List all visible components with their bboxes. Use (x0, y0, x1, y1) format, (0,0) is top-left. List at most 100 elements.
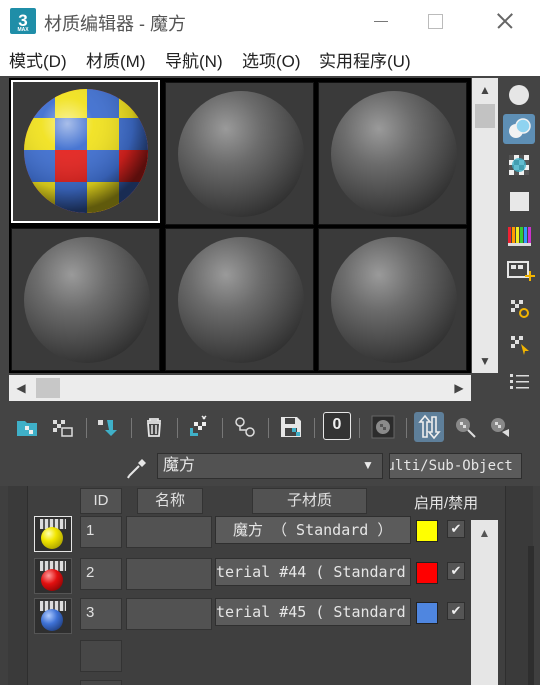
slots-vertical-scrollbar[interactable]: ▲ ▼ (472, 78, 498, 373)
sub-material-id-field[interactable]: 3 (80, 598, 122, 630)
toolbar-separator (359, 418, 360, 438)
header-sub-material-button[interactable]: 子材质 (252, 488, 367, 514)
maximize-button[interactable] (420, 8, 450, 34)
make-preview-icon[interactable] (503, 257, 535, 287)
sub-material-name-field[interactable] (126, 598, 212, 630)
sphere-preview (178, 91, 304, 217)
save-material-icon[interactable] (276, 412, 306, 442)
sphere-preview (178, 237, 304, 363)
scroll-up-icon[interactable]: ▲ (472, 78, 498, 102)
assign-to-selection-icon[interactable] (93, 412, 123, 442)
enable-checkbox[interactable]: ✔ (447, 520, 465, 538)
scroll-thumb[interactable] (475, 104, 495, 128)
sub-material-thumbnail[interactable] (34, 558, 72, 594)
show-end-result-icon[interactable] (414, 412, 444, 442)
sub-material-row: 3 terial #45 ( Standard ✔ (0, 598, 540, 634)
material-id-channel-icon[interactable]: 0 (323, 412, 351, 440)
minimize-button[interactable] (366, 8, 396, 34)
reset-map-icon[interactable] (139, 412, 169, 442)
sub-material-thumbnail[interactable] (34, 598, 72, 634)
color-swatch[interactable] (416, 520, 438, 542)
eyedropper-icon[interactable] (124, 454, 150, 480)
toolbar-separator (177, 418, 178, 438)
sample-slot-6[interactable] (318, 228, 467, 371)
empty-id-field[interactable] (80, 680, 122, 685)
checker-sphere-preview (23, 88, 149, 214)
chevron-down-icon[interactable]: ▼ (362, 453, 374, 477)
yellow-ball-icon (41, 527, 63, 549)
material-name-row: 魔方 ▼ Multi/Sub-Object (0, 450, 540, 484)
window-title: 材质编辑器 - 魔方 (44, 14, 186, 34)
sub-material-name-field[interactable] (126, 558, 212, 590)
go-to-parent-icon[interactable] (450, 412, 480, 442)
backlight-icon[interactable] (503, 114, 535, 144)
put-to-scene-icon[interactable] (48, 412, 78, 442)
material-type-button[interactable]: Multi/Sub-Object (389, 453, 522, 479)
close-button[interactable] (490, 8, 520, 34)
background-checker-icon[interactable] (503, 150, 535, 180)
sub-material-id-field[interactable]: 1 (80, 516, 122, 548)
material-toolbar: 0 (0, 410, 540, 446)
menu-options[interactable]: 选项(O) (242, 47, 301, 72)
scroll-up-icon[interactable]: ▲ (471, 520, 498, 546)
select-by-material-icon[interactable] (503, 366, 535, 396)
sub-material-button[interactable]: terial #45 ( Standard (215, 598, 411, 626)
go-forward-to-sibling-icon[interactable] (485, 412, 515, 442)
color-swatch[interactable] (416, 562, 438, 584)
make-unique-icon[interactable] (184, 412, 214, 442)
blue-ball-icon (41, 609, 63, 631)
scroll-right-icon[interactable]: ▶ (447, 375, 471, 401)
scroll-thumb[interactable] (36, 378, 60, 398)
sample-slot-5[interactable] (165, 228, 314, 371)
sub-material-list-scrollbar[interactable]: ▲ (471, 520, 498, 685)
sub-material-row: 1 魔方 （ Standard ） ✔ (0, 516, 540, 552)
sample-uv-tiling-icon[interactable] (503, 186, 535, 216)
sphere-preview (24, 237, 150, 363)
toolbar-separator (86, 418, 87, 438)
menu-bar: 模式(D) 材质(M) 导航(N) 选项(O) 实用程序(U) (0, 42, 540, 76)
header-enable-label: 启用/禁用 (414, 495, 479, 512)
sample-slot-1[interactable] (11, 80, 160, 223)
sample-slot-2[interactable] (165, 82, 314, 225)
put-to-library-icon[interactable] (230, 412, 260, 442)
empty-id-field[interactable] (80, 640, 122, 672)
sample-slot-3[interactable] (318, 82, 467, 225)
sub-material-thumbnail[interactable] (34, 516, 72, 552)
sample-slot-4[interactable] (11, 228, 160, 371)
sub-material-button[interactable]: terial #44 ( Standard (215, 558, 411, 586)
sub-material-row: 2 terial #44 ( Standard ✔ (0, 558, 540, 594)
slots-horizontal-scrollbar[interactable]: ◀ ▶ (9, 375, 471, 401)
sphere-preview (331, 91, 457, 217)
menu-material[interactable]: 材质(M) (86, 47, 145, 72)
toolbar-separator (222, 418, 223, 438)
material-name-field[interactable]: 魔方 (157, 453, 383, 479)
sphere-preview (331, 237, 457, 363)
sub-material-name-field[interactable] (126, 516, 212, 548)
enable-checkbox[interactable]: ✔ (447, 562, 465, 580)
sample-type-sphere-icon[interactable] (503, 80, 535, 110)
menu-utilities[interactable]: 实用程序(U) (319, 47, 411, 72)
get-material-icon[interactable] (13, 412, 43, 442)
material-effects-channel-icon[interactable] (503, 328, 535, 358)
material-options-icon[interactable] (503, 292, 535, 322)
menu-mode[interactable]: 模式(D) (9, 47, 67, 72)
header-name-button[interactable]: 名称 (137, 488, 203, 514)
color-swatch[interactable] (416, 602, 438, 624)
toolbar-separator (131, 418, 132, 438)
toolbar-separator (268, 418, 269, 438)
toolbar-separator (406, 418, 407, 438)
header-id-button[interactable]: ID (80, 488, 122, 514)
red-ball-icon (41, 569, 63, 591)
app-logo-icon: 3 MAX (10, 8, 36, 34)
show-shaded-icon[interactable] (368, 412, 398, 442)
scroll-down-icon[interactable]: ▼ (472, 349, 498, 373)
sub-material-button[interactable]: 魔方 （ Standard ） (215, 516, 411, 544)
toolbar-separator (314, 418, 315, 438)
title-bar: 3 MAX 材质编辑器 - 魔方 (0, 0, 540, 42)
enable-checkbox[interactable]: ✔ (447, 602, 465, 620)
multi-sub-object-panel: ID 名称 子材质 启用/禁用 1 魔方 （ Standard ） ✔ 2 te… (0, 486, 540, 685)
scroll-left-icon[interactable]: ◀ (9, 375, 33, 401)
video-color-check-icon[interactable] (503, 221, 535, 251)
menu-navigation[interactable]: 导航(N) (165, 47, 223, 72)
sub-material-id-field[interactable]: 2 (80, 558, 122, 590)
